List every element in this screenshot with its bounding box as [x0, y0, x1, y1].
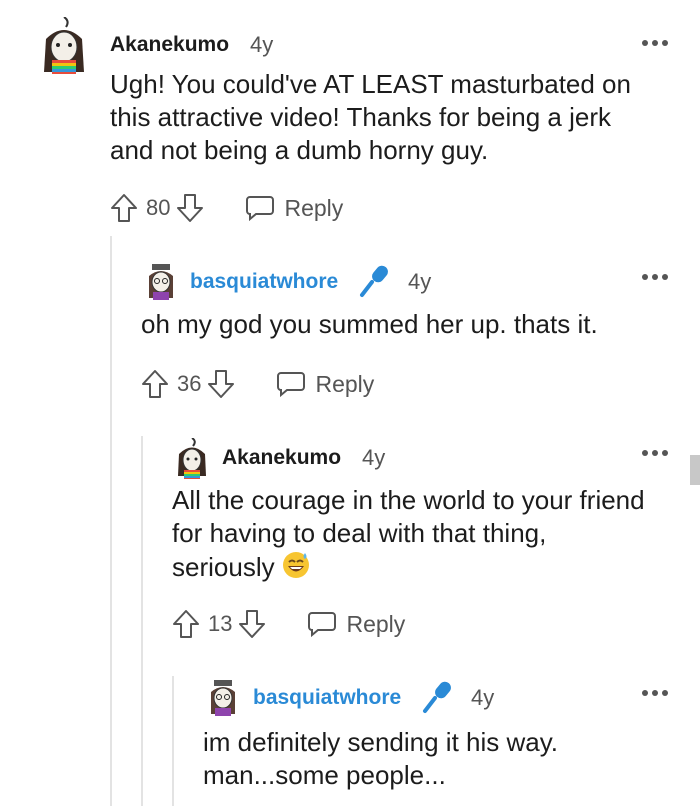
comment-line: for having to deal with that thing,: [172, 518, 547, 548]
username[interactable]: Akanekumo: [222, 446, 341, 470]
username[interactable]: Akanekumo: [110, 33, 229, 57]
vote-count: 36: [177, 371, 202, 396]
reply-label: Reply: [315, 370, 375, 397]
comment-line: oh my god you summed her up. thats it.: [141, 309, 598, 339]
comment-actions: 36 Reply: [141, 364, 374, 404]
timestamp: 4y: [471, 685, 495, 710]
reply-label: Reply: [346, 610, 406, 637]
comment-body: im definitely sending it his way. man...…: [203, 726, 558, 792]
timestamp: 4y: [250, 32, 274, 57]
comment-body: oh my god you summed her up. thats it.: [141, 308, 598, 341]
comment-line: man...some people...: [203, 760, 446, 790]
upvote-icon[interactable]: [172, 609, 200, 639]
thread-line-level-2[interactable]: [141, 436, 143, 806]
reply-label: Reply: [284, 194, 344, 221]
comment-body: Ugh! You could've AT LEAST masturbated o…: [110, 68, 631, 167]
comment-line: seriously: [172, 552, 275, 582]
reply-icon: [246, 196, 275, 222]
reply-icon: [308, 612, 337, 638]
microphone-icon: [360, 265, 388, 297]
comment-line-with-emoji: seriously: [172, 550, 645, 584]
upvote-icon[interactable]: [110, 193, 138, 223]
thread-line-level-1[interactable]: [110, 236, 112, 806]
avatar[interactable]: [143, 262, 179, 302]
comment-body: All the courage in the world to your fri…: [172, 484, 645, 584]
microphone-icon: [423, 681, 451, 713]
comment-actions: 13 Reply: [172, 604, 405, 644]
avatar[interactable]: [205, 678, 241, 718]
comment-line: this attractive video! Thanks for being …: [110, 102, 611, 132]
comment-line: and not being a dumb horny guy.: [110, 135, 489, 165]
reply-button[interactable]: Reply: [275, 370, 374, 398]
comment-line: Ugh! You could've AT LEAST masturbated o…: [110, 69, 631, 99]
avatar[interactable]: [174, 438, 210, 480]
more-options-icon[interactable]: [640, 448, 670, 458]
scrollbar-thumb[interactable]: [690, 455, 700, 485]
downvote-icon[interactable]: [238, 609, 266, 639]
timestamp: 4y: [408, 269, 432, 294]
avatar[interactable]: [38, 17, 90, 77]
reply-icon: [277, 372, 306, 398]
thread-line-level-3[interactable]: [172, 676, 174, 806]
timestamp: 4y: [362, 445, 386, 470]
more-options-icon[interactable]: [640, 688, 670, 698]
downvote-icon[interactable]: [176, 193, 204, 223]
username[interactable]: basquiatwhore: [190, 270, 338, 294]
vote-count: 80: [146, 195, 171, 220]
comment-line: All the courage in the world to your fri…: [172, 485, 645, 515]
downvote-icon[interactable]: [207, 369, 235, 399]
more-options-icon[interactable]: [640, 272, 670, 282]
comment-actions: 80 Reply: [110, 188, 343, 228]
more-options-icon[interactable]: [640, 38, 670, 48]
comment-line: im definitely sending it his way.: [203, 727, 559, 757]
vote-count: 13: [208, 611, 233, 636]
reply-button[interactable]: Reply: [244, 194, 343, 222]
grinning-sweat-emoji-icon: [282, 552, 309, 578]
reply-button[interactable]: Reply: [306, 610, 405, 638]
username[interactable]: basquiatwhore: [253, 686, 401, 710]
upvote-icon[interactable]: [141, 369, 169, 399]
